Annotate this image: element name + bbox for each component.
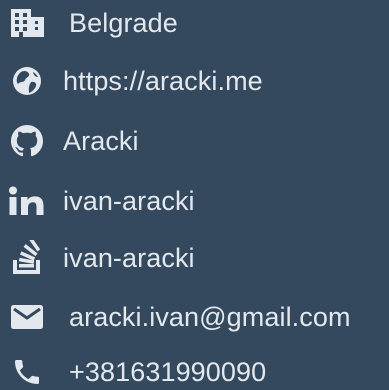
website-text: https://aracki.me [63, 66, 263, 96]
linkedin-icon [6, 181, 48, 221]
location-text: Belgrade [69, 8, 178, 38]
phone-icon [6, 352, 48, 390]
github-text: Aracki [63, 126, 139, 156]
building-icon [6, 3, 48, 43]
stack-overflow-text: ivan-aracki [63, 243, 195, 273]
globe-icon [6, 61, 48, 101]
email-text: aracki.ivan@gmail.com [69, 302, 351, 332]
linkedin-text: ivan-aracki [63, 186, 195, 216]
phone-text: +381631990090 [69, 357, 267, 387]
envelope-icon [6, 297, 48, 337]
stack-overflow-icon [6, 238, 48, 278]
contact-card: Belgrade https://aracki.me Aracki ivan-a… [0, 0, 389, 390]
github-icon [6, 121, 48, 161]
